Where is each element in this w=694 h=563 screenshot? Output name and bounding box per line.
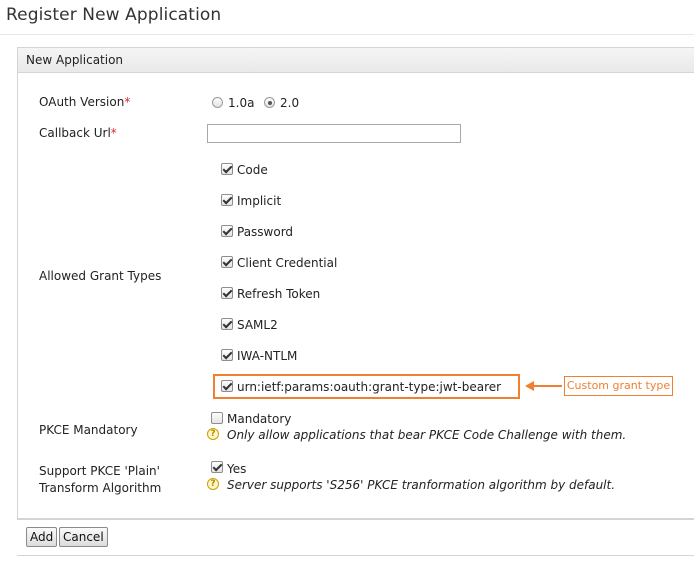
callback-url-label: Callback Url* [39, 125, 117, 142]
required-marker: * [124, 95, 131, 109]
grant-saml2-checkbox[interactable] [221, 318, 233, 330]
help-icon: ? [207, 478, 219, 490]
callout-arrow [532, 385, 562, 387]
grant-jwt-bearer-checkbox[interactable] [221, 380, 233, 392]
grant-iwa-ntlm-checkbox[interactable] [221, 349, 233, 361]
allowed-grant-types-label: Allowed Grant Types [39, 269, 162, 283]
help-icon: ? [207, 428, 219, 440]
cancel-button[interactable]: Cancel [59, 527, 108, 547]
pkce-plain-label-line1: Support PKCE 'Plain' [39, 464, 160, 478]
pkce-plain-label-line2: Transform Algorithm [39, 481, 162, 495]
pkce-mandatory-label: PKCE Mandatory [39, 423, 138, 437]
grant-refresh-token-label: Refresh Token [237, 287, 321, 301]
oauth-version-1-0a-label: 1.0a [228, 96, 255, 110]
page-title: Register New Application [6, 5, 222, 25]
oauth-version-label-text: OAuth Version [39, 95, 125, 109]
pkce-mandatory-hint: Only allow applications that bear PKCE C… [227, 428, 627, 442]
grant-password-label: Password [237, 225, 294, 239]
bottom-divider [17, 555, 694, 556]
pkce-plain-hint: Server supports 'S256' PKCE tranformatio… [227, 478, 616, 492]
pkce-plain-checkbox-label: Yes [227, 462, 247, 476]
footer-divider [17, 518, 694, 519]
pkce-mandatory-checkbox-label: Mandatory [227, 412, 292, 426]
oauth-version-label: OAuth Version* [39, 94, 130, 111]
grant-password-checkbox[interactable] [221, 225, 233, 237]
grant-client-credential-label: Client Credential [237, 256, 338, 270]
grant-code-label: Code [237, 163, 268, 177]
panel-header: New Application [18, 48, 694, 73]
grant-implicit-label: Implicit [237, 194, 282, 208]
grant-implicit-checkbox[interactable] [221, 194, 233, 206]
callback-url-label-text: Callback Url [39, 126, 111, 140]
grant-client-credential-checkbox[interactable] [221, 256, 233, 268]
grant-iwa-ntlm-label: IWA-NTLM [237, 349, 298, 363]
add-button[interactable]: Add [26, 527, 58, 547]
grant-code-checkbox[interactable] [221, 163, 233, 175]
custom-grant-callout: Custom grant type [564, 376, 673, 396]
title-divider [0, 34, 694, 35]
pkce-plain-checkbox[interactable] [211, 461, 223, 473]
callout-arrow-head-icon [525, 381, 534, 391]
oauth-version-2-0-label: 2.0 [280, 96, 300, 110]
oauth-version-2-0-radio[interactable] [264, 97, 275, 108]
grant-jwt-bearer-label: urn:ietf:params:oauth:grant-type:jwt-bea… [237, 380, 502, 394]
pkce-mandatory-checkbox[interactable] [211, 412, 223, 424]
grant-saml2-label: SAML2 [237, 318, 278, 332]
oauth-version-1-0a-radio[interactable] [212, 97, 223, 108]
callback-url-input[interactable] [207, 124, 461, 143]
panel-header-title: New Application [26, 53, 124, 67]
grant-refresh-token-checkbox[interactable] [221, 287, 233, 299]
required-marker: * [110, 126, 117, 140]
